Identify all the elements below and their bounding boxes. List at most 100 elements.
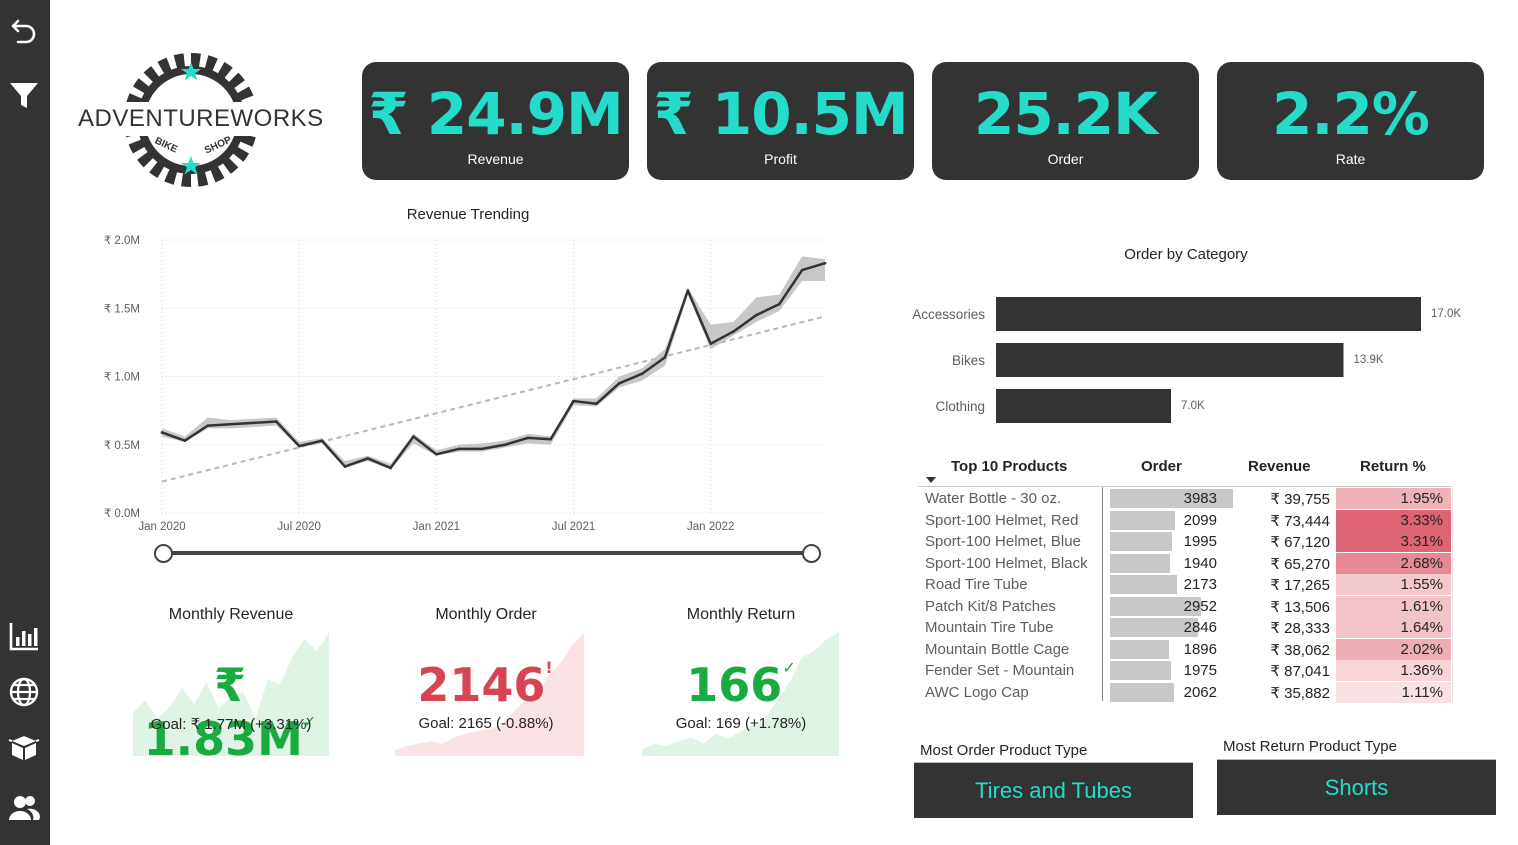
bar-chart-icon[interactable] — [6, 618, 42, 654]
order-data-bar — [1110, 510, 1175, 530]
revenue-point — [389, 466, 392, 470]
product-name: Mountain Bottle Cage — [925, 640, 1070, 658]
return-rate-value: 1.55% — [1400, 576, 1443, 593]
most-order-type-card: Tires and Tubes — [914, 762, 1193, 818]
y-tick-label: ₹ 1.5M — [104, 303, 140, 315]
revenue-value: ₹ 28,333 — [1270, 620, 1330, 637]
table-row[interactable]: Mountain Tire Tube 2846 ₹ 28,333 1.64% — [918, 617, 1454, 639]
kpi-rate-label: Rate — [1335, 151, 1366, 167]
revenue-point — [343, 465, 347, 468]
kpi-profit-label: Profit — [764, 151, 797, 167]
return-rate-cell: 1.11% — [1336, 681, 1451, 703]
category-label: Bikes — [952, 353, 985, 368]
revenue-point — [183, 439, 187, 442]
table-row[interactable]: Sport-100 Helmet, Black 1940 ₹ 65,270 2.68% — [918, 552, 1454, 575]
monthly-revenue-title: Monthly Revenue — [168, 606, 294, 623]
revenue-point — [229, 422, 232, 426]
return-rate-cell: 3.31% — [1336, 531, 1451, 552]
order-value: 2099 — [1183, 511, 1217, 529]
category-value-label: 13.9K — [1354, 354, 1384, 366]
return-rate-cell: 1.36% — [1336, 660, 1451, 681]
kpi-revenue-value: ₹ 24.9M — [368, 80, 623, 148]
order-value: 2846 — [1183, 619, 1217, 636]
table-header-order[interactable]: Order — [1141, 458, 1182, 475]
table-row[interactable]: Sport-100 Helmet, Red 2099 ₹ 73,444 3.33% — [918, 509, 1454, 532]
revenue-point — [297, 444, 301, 448]
return-rate-value: 2.02% — [1400, 640, 1443, 658]
sort-desc-icon[interactable] — [926, 477, 936, 483]
order-data-bar — [1110, 661, 1171, 680]
monthly-order-value: 2146! — [417, 658, 553, 712]
product-name: AWC Logo Cap — [925, 683, 1029, 701]
category-bar — [996, 297, 1421, 331]
back-icon[interactable] — [6, 13, 42, 49]
order-data-bar — [1110, 553, 1170, 573]
revenue-value: ₹ 35,882 — [1270, 684, 1330, 702]
revenue-point — [435, 453, 438, 456]
most-return-type-card: Shorts — [1217, 759, 1496, 815]
check-icon: ✓ — [782, 658, 796, 677]
globe-icon[interactable] — [6, 674, 42, 710]
monthly-order-goal: Goal: 2165 (-0.88%) — [418, 715, 554, 732]
revenue-point — [777, 302, 781, 306]
table-header-return[interactable]: Return % — [1360, 458, 1426, 475]
box-icon[interactable] — [6, 729, 42, 765]
y-tick-label: ₹ 0.5M — [104, 440, 140, 452]
order-value: 1896 — [1183, 640, 1217, 658]
table-header-product[interactable]: Top 10 Products — [951, 458, 1067, 475]
revenue-value: ₹ 17,265 — [1270, 577, 1330, 594]
product-name: Sport-100 Helmet, Blue — [925, 533, 1081, 550]
table-row[interactable]: Patch Kit/8 Patches 2952 ₹ 13,506 1.61% — [918, 595, 1454, 618]
revenue-point — [252, 421, 255, 425]
table-row[interactable]: Mountain Bottle Cage 1896 ₹ 38,062 2.02% — [918, 638, 1454, 661]
return-rate-value: 2.68% — [1400, 554, 1443, 572]
monthly-return-title: Monthly Return — [686, 606, 796, 623]
revenue-point — [617, 382, 621, 385]
table-row[interactable]: Fender Set - Mountain 1975 ₹ 87,041 1.36% — [918, 660, 1454, 682]
order-data-bar — [1110, 575, 1178, 594]
revenue-point — [755, 313, 758, 317]
users-icon[interactable] — [6, 790, 42, 826]
revenue-point — [480, 447, 484, 451]
product-name: Water Bottle - 30 oz. — [925, 490, 1062, 507]
kpi-order-label: Order — [1047, 151, 1084, 167]
revenue-value: ₹ 38,062 — [1270, 641, 1330, 659]
date-range-slider-track[interactable] — [163, 551, 811, 555]
filter-icon[interactable] — [6, 77, 42, 113]
table-row[interactable]: Sport-100 Helmet, Blue 1995 ₹ 67,120 3.31% — [918, 531, 1454, 553]
return-rate-cell: 1.64% — [1336, 617, 1451, 638]
order-value: 2173 — [1183, 576, 1217, 593]
sidebar — [0, 0, 50, 845]
revenue-point — [457, 447, 461, 451]
most-return-type-label: Most Return Product Type — [1223, 738, 1397, 755]
kpi-profit-value: ₹ 10.5M — [653, 80, 908, 148]
return-rate-value: 1.36% — [1400, 662, 1443, 679]
revenue-point — [549, 437, 552, 441]
return-rate-cell: 2.02% — [1336, 638, 1451, 660]
table-row[interactable]: Water Bottle - 30 oz. 3983 ₹ 39,755 1.95% — [918, 488, 1454, 510]
table-scroll-edge — [1452, 487, 1453, 701]
date-slider-end-handle[interactable] — [802, 544, 821, 563]
date-slider-start-handle[interactable] — [154, 544, 173, 563]
order-value: 1995 — [1183, 533, 1217, 550]
most-order-type-label: Most Order Product Type — [920, 742, 1088, 759]
table-row[interactable]: AWC Logo Cap 2062 ₹ 35,882 1.11% — [918, 681, 1454, 704]
table-row[interactable]: Road Tire Tube 2173 ₹ 17,265 1.55% — [918, 574, 1454, 596]
category-bar — [996, 343, 1344, 377]
product-name: Mountain Tire Tube — [925, 619, 1054, 636]
revenue-point — [732, 330, 735, 333]
kpi-order-value: 25.2K — [973, 80, 1158, 148]
return-rate-value: 1.11% — [1401, 683, 1443, 701]
revenue-point — [572, 399, 575, 403]
product-name: Sport-100 Helmet, Red — [925, 511, 1079, 529]
monthly-return-value: 166✓ — [686, 658, 796, 712]
return-rate-cell: 1.95% — [1336, 488, 1451, 509]
monthly-order-title: Monthly Order — [435, 606, 537, 623]
return-rate-cell: 3.33% — [1336, 509, 1451, 531]
table-header-revenue[interactable]: Revenue — [1248, 458, 1311, 475]
revenue-point — [800, 268, 804, 272]
return-rate-cell: 1.61% — [1336, 595, 1451, 617]
revenue-point — [412, 435, 415, 438]
category-value-label: 17.0K — [1431, 308, 1461, 320]
order-by-category-chart: Accessories 17.0K Bikes 13.9K Clothing 7.0K — [912, 297, 1461, 423]
